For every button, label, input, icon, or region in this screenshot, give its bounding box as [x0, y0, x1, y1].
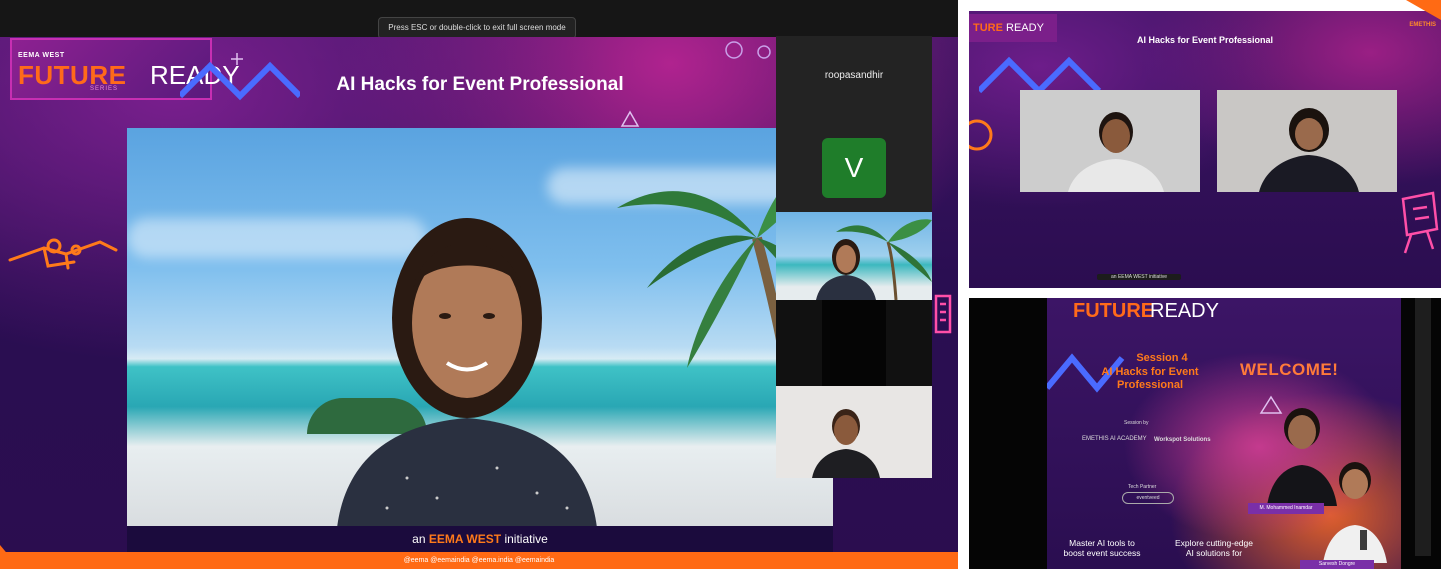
speaker-video	[127, 128, 833, 526]
brand-ready: READY	[1006, 22, 1044, 34]
sponsor-label: Session by	[1124, 420, 1149, 426]
sponsor-logo-2: Workspot Solutions	[1154, 437, 1211, 443]
benefit-text-2: Explore cutting-edge AI solutions for	[1175, 538, 1253, 558]
speaker-photos	[1267, 408, 1387, 563]
triangle-decoration	[620, 110, 640, 127]
initiative-accent: EEMA WEST	[428, 532, 502, 546]
welcome-heading: WELCOME!	[1240, 360, 1339, 379]
participant-video	[776, 386, 932, 478]
presentation-icon	[934, 294, 952, 334]
tech-partner-logo: eventveed	[1122, 492, 1174, 504]
participant-video-off	[822, 300, 886, 386]
future-ready-logo-small: TURE READY	[969, 14, 1057, 42]
participant-video	[1020, 90, 1200, 192]
brand-eema-west: EEMA WEST	[18, 52, 65, 59]
participant-tile-3[interactable]	[776, 212, 932, 300]
initiative-prefix: an	[412, 532, 426, 546]
plus-decoration	[231, 53, 243, 65]
slide-title: AI Hacks for Event Professional	[336, 74, 624, 95]
session-title: AI Hacks for Event Professional	[1101, 366, 1199, 391]
fullscreen-exit-tip: Press ESC or double-click to exit full s…	[378, 17, 576, 39]
speaker-name-tag-1: M. Mohammed Inamdar	[1248, 503, 1324, 514]
participant-tile-5[interactable]	[776, 386, 932, 478]
speaker-person	[337, 218, 597, 526]
brand-ready: READY	[1150, 300, 1219, 322]
initiative-tag: an EEMA WEST initiative	[1097, 274, 1297, 284]
social-handles-bar: @eema @eemaindia @eema.india @eemaindia	[0, 552, 958, 569]
orange-corner-accent	[1400, 0, 1441, 20]
initiative-suffix: initiative	[504, 532, 548, 546]
welcome-slide	[1047, 298, 1401, 569]
presentation-icon	[1401, 191, 1439, 254]
robot-arm-icon	[8, 238, 118, 270]
initiative-chip: an EEMA WEST initiative	[1097, 274, 1182, 280]
brand-series: SERIES	[90, 86, 119, 92]
brand-future: FUTURE	[1073, 300, 1155, 322]
participant-avatar: V	[822, 138, 886, 198]
side-panel-edge	[1415, 298, 1431, 556]
sponsor-logo: EMETHIS	[1409, 22, 1436, 28]
session-number: Session 4	[1136, 352, 1188, 364]
initiative-caption: an EEMA WEST initiative	[127, 526, 833, 552]
collage: Press ESC or double-click to exit full s…	[0, 0, 1441, 569]
participant-name: roopasandhir	[824, 70, 884, 81]
sponsor-logo-1: EMETHIS AI ACADEMY	[1082, 436, 1147, 442]
orange-corner-accent	[0, 545, 26, 569]
speaker-video-1	[1020, 90, 1200, 192]
tech-partner-label: Tech Partner	[1128, 484, 1157, 490]
brand-future: TURE	[973, 22, 1003, 34]
participant-video	[816, 219, 932, 300]
benefit-text-1: Master AI tools to boost event success	[1063, 538, 1141, 558]
slide-title: AI Hacks for Event Professional	[1136, 35, 1274, 45]
speaker-name-tag-2: Sarvesh Dongre	[1300, 560, 1374, 569]
participant-video	[1217, 90, 1397, 192]
gear-icon	[969, 119, 993, 151]
circle-decoration	[725, 41, 771, 59]
speaker-video-2	[1217, 90, 1397, 192]
